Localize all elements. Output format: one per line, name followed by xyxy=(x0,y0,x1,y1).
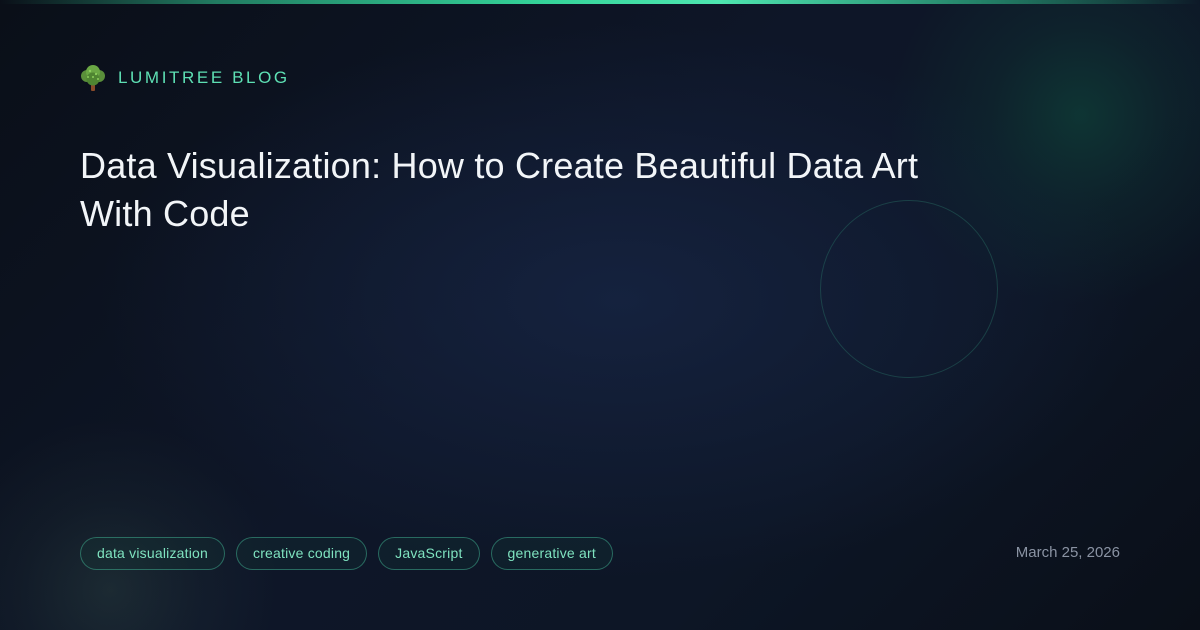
tag-list: data visualization creative coding JavaS… xyxy=(80,537,624,570)
og-card: LUMITREE BLOG Data Visualization: How to… xyxy=(0,0,1200,630)
tag-javascript[interactable]: JavaScript xyxy=(378,537,480,570)
tag-data-visualization[interactable]: data visualization xyxy=(80,537,225,570)
brand-name[interactable]: LUMITREE BLOG xyxy=(118,64,290,92)
post-date: March 25, 2026 xyxy=(1015,544,1120,561)
tag-creative-coding[interactable]: creative coding xyxy=(236,537,368,570)
tag-generative-art[interactable]: generative art xyxy=(490,537,613,570)
accent-top-bar xyxy=(0,0,1200,4)
tree-icon xyxy=(80,64,106,92)
post-title: Data Visualization: How to Create Beauti… xyxy=(80,145,919,234)
brand: LUMITREE BLOG xyxy=(80,64,290,92)
